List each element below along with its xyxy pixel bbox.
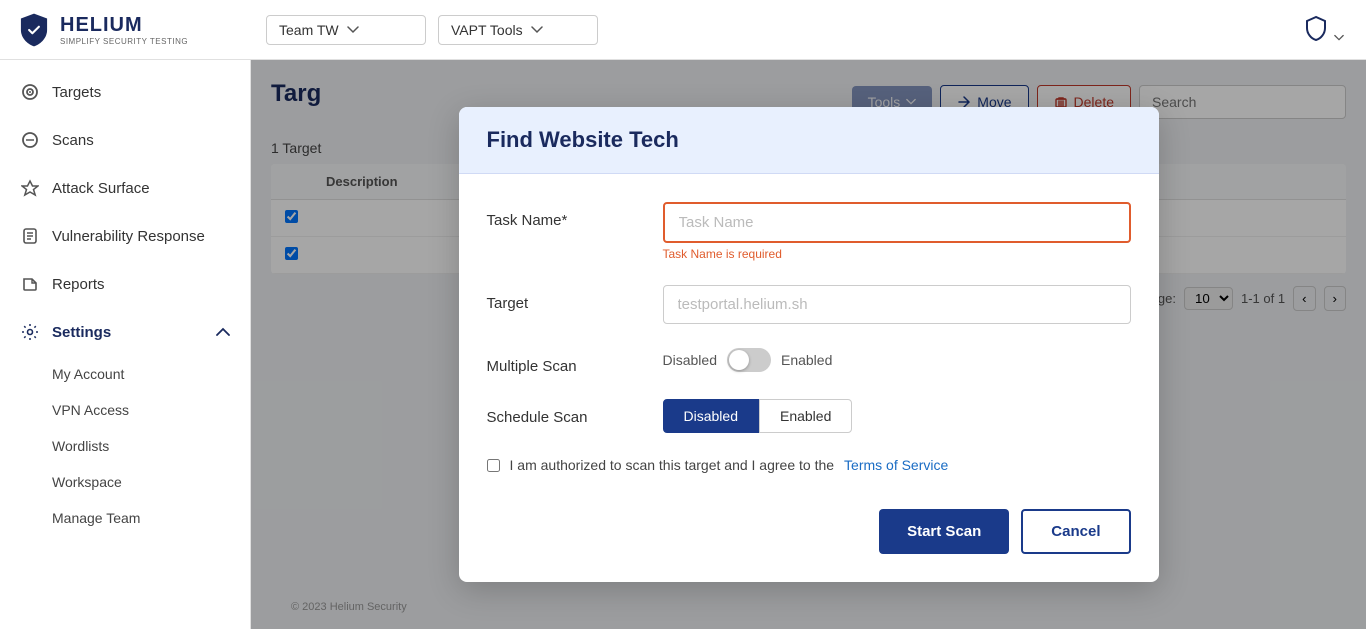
schedule-wrap: Disabled Enabled [663, 399, 1131, 433]
modal-footer: Start Scan Cancel [487, 501, 1131, 554]
schedule-scan-label: Schedule Scan [487, 399, 647, 426]
task-name-error: Task Name is required [663, 247, 1131, 261]
target-label: Target [487, 285, 647, 312]
sidebar-item-targets-label: Targets [52, 84, 101, 101]
sidebar-item-scans-label: Scans [52, 132, 94, 149]
schedule-disabled-btn[interactable]: Disabled [663, 399, 759, 433]
target-input[interactable] [663, 285, 1131, 324]
schedule-scan-wrap: Disabled Enabled [663, 399, 1131, 433]
user-menu-button[interactable] [1296, 8, 1350, 51]
terms-row: I am authorized to scan this target and … [487, 457, 1131, 473]
sidebar-item-settings-label: Settings [52, 324, 111, 341]
toggle-disabled-label: Disabled [663, 352, 717, 368]
team-dropdown[interactable]: Team TW [266, 15, 426, 45]
logo-area: HELIUM SIMPLIFY SECURITY TESTING [16, 12, 266, 48]
nav-right [1296, 8, 1350, 51]
sidebar-sub-manage-team[interactable]: Manage Team [0, 500, 250, 536]
tools-dropdown-label: VAPT Tools [451, 22, 523, 38]
terms-link[interactable]: Terms of Service [844, 457, 948, 473]
sidebar-item-targets[interactable]: Targets [0, 68, 250, 116]
chevron-down-icon2 [531, 26, 543, 34]
logo-shield-icon [16, 12, 52, 48]
sidebar: Targets Scans Attack Surface Vulnerabili… [0, 60, 251, 629]
multiple-scan-wrap: Disabled Enabled [663, 348, 1131, 372]
task-name-label: Task Name* [487, 202, 647, 229]
sidebar-item-reports[interactable]: Reports [0, 260, 250, 308]
start-scan-button[interactable]: Start Scan [879, 509, 1009, 554]
sidebar-sub-wordlists[interactable]: Wordlists [0, 428, 250, 464]
sidebar-item-settings[interactable]: Settings [0, 308, 250, 356]
nav-dropdowns: Team TW VAPT Tools [266, 15, 598, 45]
chevron-down-icon3 [1334, 34, 1344, 42]
target-row: Target [487, 285, 1131, 324]
modal-body: Task Name* Task Name is required Target [459, 174, 1159, 582]
sidebar-sub-workspace-label: Workspace [52, 474, 122, 490]
sidebar-item-attack-surface-label: Attack Surface [52, 180, 150, 197]
modal-title: Find Website Tech [487, 127, 1131, 153]
team-dropdown-label: Team TW [279, 22, 339, 38]
navbar: HELIUM SIMPLIFY SECURITY TESTING Team TW… [0, 0, 1366, 60]
vuln-icon [20, 226, 40, 246]
sidebar-sub-my-account[interactable]: My Account [0, 356, 250, 392]
attack-icon [20, 178, 40, 198]
modal: Find Website Tech Task Name* Task Name i… [459, 107, 1159, 582]
settings-icon [20, 322, 40, 342]
chevron-down-icon [347, 26, 359, 34]
task-name-row: Task Name* Task Name is required [487, 202, 1131, 261]
logo-tagline: SIMPLIFY SECURITY TESTING [60, 37, 188, 46]
task-name-input[interactable] [663, 202, 1131, 243]
chevron-up-icon [216, 327, 230, 337]
cancel-button[interactable]: Cancel [1021, 509, 1130, 554]
sidebar-item-attack-surface[interactable]: Attack Surface [0, 164, 250, 212]
sidebar-item-reports-label: Reports [52, 276, 105, 293]
target-wrap [663, 285, 1131, 324]
multiple-scan-row: Multiple Scan Disabled Enabled [487, 348, 1131, 375]
sidebar-item-vuln-response[interactable]: Vulnerability Response [0, 212, 250, 260]
sidebar-sub-wordlists-label: Wordlists [52, 438, 109, 454]
multiple-scan-toggle[interactable] [727, 348, 771, 372]
sidebar-item-vuln-label: Vulnerability Response [52, 228, 205, 245]
sidebar-sub-my-account-label: My Account [52, 366, 124, 382]
sidebar-sub-vpn-access[interactable]: VPN Access [0, 392, 250, 428]
modal-overlay: Find Website Tech Task Name* Task Name i… [251, 60, 1366, 629]
target-icon [20, 82, 40, 102]
toggle-knob [729, 350, 749, 370]
tools-dropdown[interactable]: VAPT Tools [438, 15, 598, 45]
schedule-enabled-btn[interactable]: Enabled [759, 399, 852, 433]
main-content: Targ Tools Move Delete 1 Target [251, 60, 1366, 629]
sidebar-sub-workspace[interactable]: Workspace [0, 464, 250, 500]
logo-name: HELIUM [60, 14, 188, 37]
multiple-scan-label: Multiple Scan [487, 348, 647, 375]
toggle-wrap: Disabled Enabled [663, 348, 1131, 372]
sidebar-item-scans[interactable]: Scans [0, 116, 250, 164]
logo-text: HELIUM SIMPLIFY SECURITY TESTING [60, 14, 188, 46]
reports-icon [20, 274, 40, 294]
toggle-enabled-label: Enabled [781, 352, 832, 368]
scan-icon [20, 130, 40, 150]
sidebar-sub-vpn-access-label: VPN Access [52, 402, 129, 418]
sidebar-sub-manage-team-label: Manage Team [52, 510, 140, 526]
user-shield-icon [1302, 14, 1330, 42]
schedule-scan-row: Schedule Scan Disabled Enabled [487, 399, 1131, 433]
layout: Targets Scans Attack Surface Vulnerabili… [0, 60, 1366, 629]
terms-text: I am authorized to scan this target and … [510, 457, 835, 473]
modal-header: Find Website Tech [459, 107, 1159, 174]
terms-checkbox[interactable] [487, 459, 500, 472]
task-name-wrap: Task Name is required [663, 202, 1131, 261]
